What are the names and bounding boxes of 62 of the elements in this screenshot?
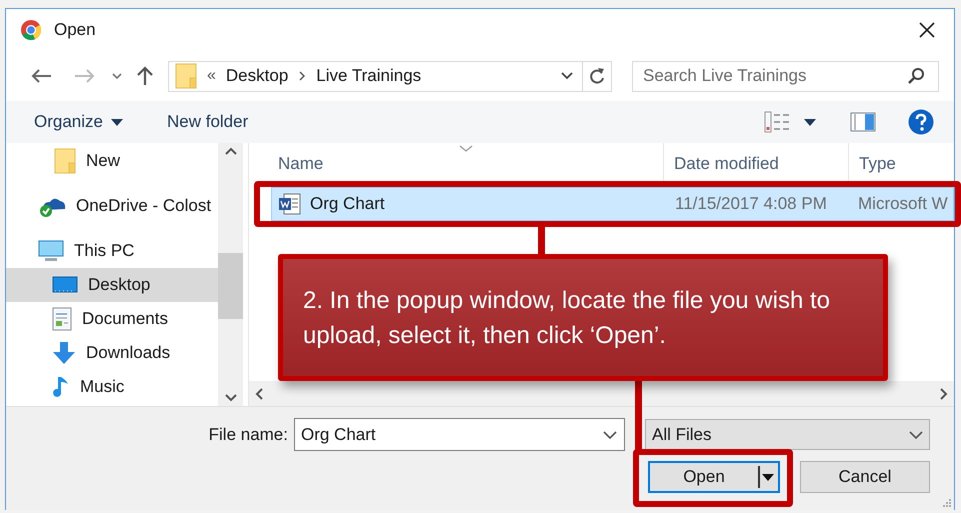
preview-pane-icon xyxy=(850,112,876,132)
close-icon xyxy=(918,21,936,39)
sidebar-item[interactable]: Desktop xyxy=(6,268,218,302)
monitor-icon xyxy=(38,240,64,262)
chevron-right-icon xyxy=(940,388,948,400)
file-name-label: File name: xyxy=(208,424,288,444)
file-row[interactable]: Org Chart 11/15/2017 4:08 PM Microsoft W xyxy=(271,187,954,221)
file-type-dropdown[interactable]: All Files xyxy=(645,419,930,450)
document-icon xyxy=(52,307,72,331)
sort-caret-icon xyxy=(459,145,473,152)
file-name: Org Chart xyxy=(310,194,385,214)
chevron-up-icon xyxy=(224,147,236,155)
monitor-icon xyxy=(52,275,78,295)
up-arrow-icon xyxy=(136,66,154,86)
open-button[interactable]: Open xyxy=(648,461,780,493)
chevron-down-icon xyxy=(224,394,236,402)
callout-note: 2. In the popup window, locate the file you wish to upload, select it, then click ‘Open’. xyxy=(278,254,888,381)
caret-down-icon xyxy=(804,118,816,126)
column-header[interactable]: Date modified xyxy=(664,143,849,184)
file-type: Microsoft W xyxy=(857,194,949,214)
chevron-left-icon xyxy=(255,388,263,400)
breadcrumb-item[interactable]: Desktop xyxy=(226,66,288,86)
caret-down-icon xyxy=(110,118,123,126)
sidebar-item[interactable]: OneDrive - Colost xyxy=(6,189,218,223)
date-modified: 11/15/2017 4:08 PM xyxy=(674,194,828,214)
folder-icon xyxy=(175,63,197,89)
music-note-icon xyxy=(52,375,70,399)
details-view-icon xyxy=(764,111,790,133)
column-header[interactable]: Name xyxy=(249,143,664,184)
window-title: Open xyxy=(54,20,96,40)
overflow-chevrons[interactable]: « xyxy=(207,67,216,85)
chevron-down-icon xyxy=(603,430,617,438)
column-header[interactable]: Type xyxy=(849,143,954,184)
address-bar[interactable]: « Desktop Live Trainings xyxy=(168,60,612,92)
chevron-right-icon xyxy=(298,70,306,82)
back-arrow-icon xyxy=(30,68,52,84)
refresh-icon xyxy=(589,67,605,85)
chevron-down-icon xyxy=(561,72,573,80)
cancel-button[interactable]: Cancel xyxy=(800,461,930,493)
sidebar-item[interactable]: Documents xyxy=(6,302,218,336)
sidebar-item[interactable]: Downloads xyxy=(6,336,218,370)
organize-button[interactable]: Organize xyxy=(24,108,133,136)
scrollbar-thumb[interactable] xyxy=(218,253,243,319)
sidebar-item[interactable]: Music xyxy=(6,370,218,404)
circle-logo-icon xyxy=(20,19,42,41)
sidebar-item[interactable]: New xyxy=(6,144,218,178)
new-folder-button[interactable]: New folder xyxy=(156,108,258,136)
resize-grip-icon xyxy=(942,498,952,508)
chevron-down-icon xyxy=(909,430,923,438)
download-arrow-icon xyxy=(52,341,76,365)
chevron-down-icon xyxy=(112,73,122,79)
folder-icon xyxy=(54,148,76,174)
word-document-icon xyxy=(278,192,302,216)
sidebar-item[interactable]: This PC xyxy=(6,234,218,268)
search-icon xyxy=(907,67,925,85)
caret-down-icon xyxy=(762,474,774,480)
search-field[interactable]: Search Live Trainings xyxy=(632,60,939,92)
forward-arrow-icon xyxy=(74,68,96,84)
scrollbar[interactable] xyxy=(249,381,954,406)
breadcrumb-item[interactable]: Live Trainings xyxy=(316,66,422,86)
help-icon xyxy=(908,109,934,135)
file-name-field[interactable]: Org Chart xyxy=(294,418,625,451)
